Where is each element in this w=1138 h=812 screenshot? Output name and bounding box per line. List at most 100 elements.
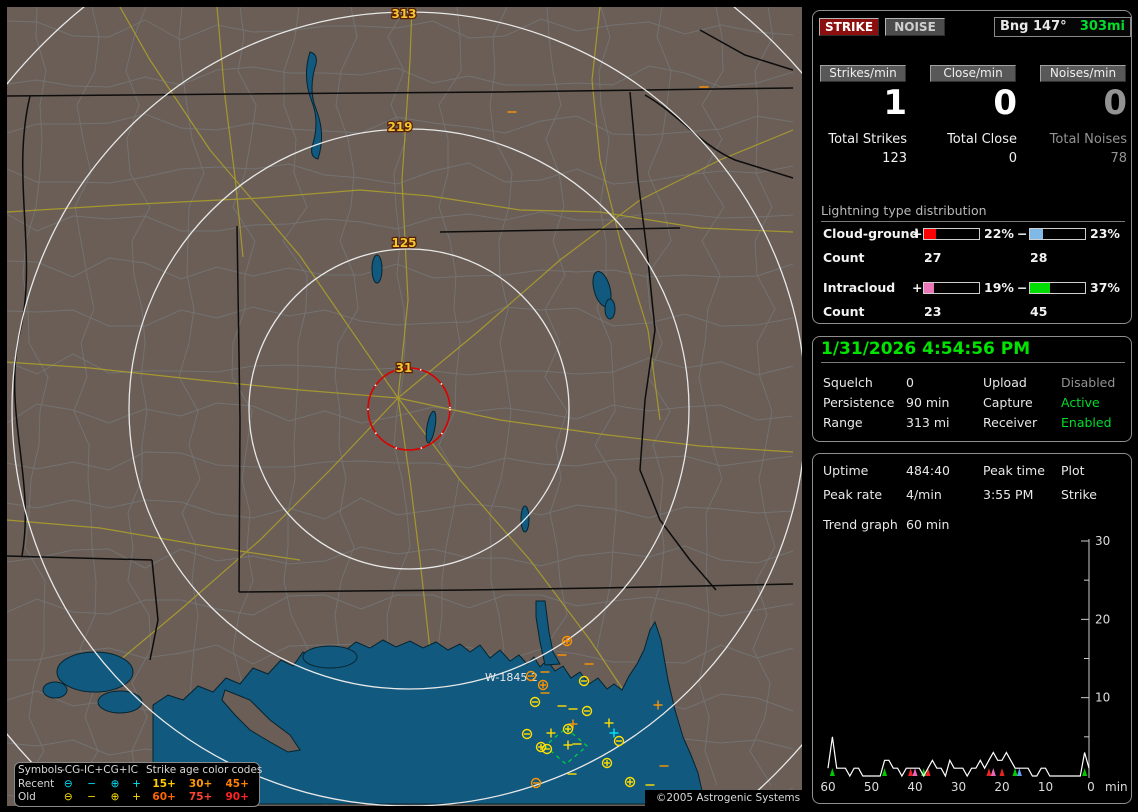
noise-button[interactable]: NOISE	[885, 18, 945, 36]
legend-age-code: 30+	[183, 778, 220, 792]
legend-strike-symbol: +	[127, 791, 147, 805]
status-row: Persistence 90 min Capture Active	[813, 395, 1133, 411]
plot-mode-value: Strike	[1061, 487, 1097, 502]
squelch-label: Squelch	[823, 375, 873, 390]
receiver-label: Receiver	[983, 415, 1037, 430]
legend-row-name: Recent	[18, 778, 57, 792]
close-per-min-button[interactable]: Close/min	[930, 65, 1016, 82]
svg-text:50: 50	[864, 780, 879, 794]
persistence-value: 90 min	[906, 395, 949, 410]
cg-positive-bar	[923, 228, 980, 240]
status-row: Squelch 0 Upload Disabled	[813, 375, 1133, 391]
total-noises-value: 78	[1039, 151, 1127, 166]
distribution-title: Lightning type distribution	[821, 203, 1125, 222]
uptime-row: Uptime 484:40 Peak time Plot	[813, 463, 1133, 479]
legend-strike-symbol: ⊖	[57, 791, 80, 805]
minus-sign: −	[1017, 226, 1027, 241]
plus-sign: +	[912, 226, 922, 241]
trend-panel: Uptime 484:40 Peak time Plot Peak rate 4…	[812, 453, 1132, 804]
trend-window-value: 60 min	[906, 517, 949, 532]
peak-time-value: 3:55 PM	[983, 487, 1033, 502]
svg-text:313: 313	[391, 7, 416, 21]
svg-text:0: 0	[1087, 780, 1095, 794]
bearing-label: Bng 147°	[1000, 18, 1067, 36]
legend-age-code: 75+	[183, 791, 220, 805]
ic-positive-pct: 19%	[984, 280, 1014, 295]
squelch-value: 0	[906, 375, 914, 390]
status-panel: 1/31/2026 4:54:56 PM Squelch 0 Upload Di…	[812, 336, 1132, 442]
strike-button[interactable]: STRIKE	[819, 18, 879, 36]
legend-strike-symbol: −	[80, 791, 103, 805]
plot-label: Plot	[1061, 463, 1085, 478]
trend-graph-row: Trend graph 60 min	[813, 517, 1133, 533]
plus-sign: +	[912, 280, 922, 295]
cg-positive-pct: 22%	[984, 226, 1014, 241]
legend-header-row: Symbols -CG -IC +CG +IC Strike age color…	[18, 764, 256, 778]
minus-sign: −	[1017, 280, 1027, 295]
cloud-ground-label: Cloud-ground	[823, 226, 919, 241]
capture-label: Capture	[983, 395, 1033, 410]
count-label: Count	[823, 304, 865, 319]
close-per-min-value: 0	[929, 83, 1017, 123]
legend-strike-symbol: ⊕	[103, 791, 126, 805]
cg-negative-count: 28	[1030, 250, 1047, 265]
bearing-box: Bng 147° 303mi	[994, 17, 1131, 37]
ic-count-row: Count 23 45	[813, 304, 1133, 320]
ic-negative-count: 45	[1030, 304, 1047, 319]
cg-positive-count: 27	[924, 250, 941, 265]
svg-text:30: 30	[1095, 534, 1110, 548]
cg-count-row: Count 27 28	[813, 250, 1133, 266]
range-label: Range	[823, 415, 863, 430]
svg-text:min: min	[1105, 780, 1128, 794]
intracloud-row: Intracloud + 19% − 37%	[813, 280, 1133, 296]
datetime-display: 1/31/2026 4:54:56 PM	[821, 339, 1125, 363]
legend-strike-symbol: +	[127, 778, 147, 792]
receiver-status: Enabled	[1061, 415, 1112, 430]
upload-status: Disabled	[1061, 375, 1115, 390]
total-close-label: Total Close	[929, 132, 1017, 147]
map-legend: Symbols -CG -IC +CG +IC Strike age color…	[14, 762, 260, 807]
range-value: 313 mi	[906, 415, 949, 430]
noises-per-min-value: 0	[1039, 83, 1127, 123]
legend-age-code: 45+	[219, 778, 256, 792]
legend-old-row: Old⊖−⊕+60+75+90+	[18, 791, 256, 805]
svg-text:125: 125	[391, 236, 416, 250]
svg-text:20: 20	[1095, 612, 1110, 626]
count-label: Count	[823, 250, 865, 265]
svg-text:20: 20	[994, 780, 1009, 794]
intracloud-label: Intracloud	[823, 280, 895, 295]
peak-rate-row: Peak rate 4/min 3:55 PM Strike	[813, 487, 1133, 503]
counters-panel: STRIKE NOISE Bng 147° 303mi Strikes/min …	[812, 10, 1132, 324]
legend-age-code: 90+	[219, 791, 256, 805]
cloud-ground-row: Cloud-ground + 22% − 23%	[813, 226, 1133, 242]
legend-strike-symbol: ⊖	[57, 778, 80, 792]
legend-row-name: Old	[18, 791, 57, 805]
ic-negative-pct: 37%	[1090, 280, 1120, 295]
peak-rate-label: Peak rate	[823, 487, 882, 502]
svg-text:60: 60	[820, 780, 835, 794]
strikes-per-min-button[interactable]: Strikes/min	[820, 65, 906, 82]
lightning-map[interactable]: 31321912531W-1845 2	[7, 7, 802, 806]
svg-text:31: 31	[396, 361, 413, 375]
app-window: { "map": { "ring_labels": [ {"text":"313…	[0, 0, 1138, 812]
svg-text:10: 10	[1038, 780, 1053, 794]
legend-strike-symbol: −	[80, 778, 103, 792]
legend-col-pos-ic: +IC	[119, 764, 138, 778]
ic-positive-count: 23	[924, 304, 941, 319]
peak-time-label: Peak time	[983, 463, 1045, 478]
ic-positive-bar	[923, 282, 980, 294]
peak-rate-value: 4/min	[906, 487, 942, 502]
legend-age-code: 15+	[146, 778, 183, 792]
uptime-value: 484:40	[906, 463, 950, 478]
cg-negative-bar	[1029, 228, 1086, 240]
total-noises-label: Total Noises	[1039, 132, 1127, 147]
status-row: Range 313 mi Receiver Enabled	[813, 415, 1133, 431]
map-canvas[interactable]: 31321912531W-1845 2	[7, 7, 802, 806]
copyright-text: ©2005 Astrogenic Systems	[645, 790, 811, 807]
noises-per-min-button[interactable]: Noises/min	[1040, 65, 1126, 82]
upload-label: Upload	[983, 375, 1027, 390]
total-strikes-label: Total Strikes	[819, 132, 907, 147]
storm-cell-label: W-1845 2	[485, 671, 538, 684]
total-close-value: 0	[929, 151, 1017, 166]
uptime-label: Uptime	[823, 463, 868, 478]
